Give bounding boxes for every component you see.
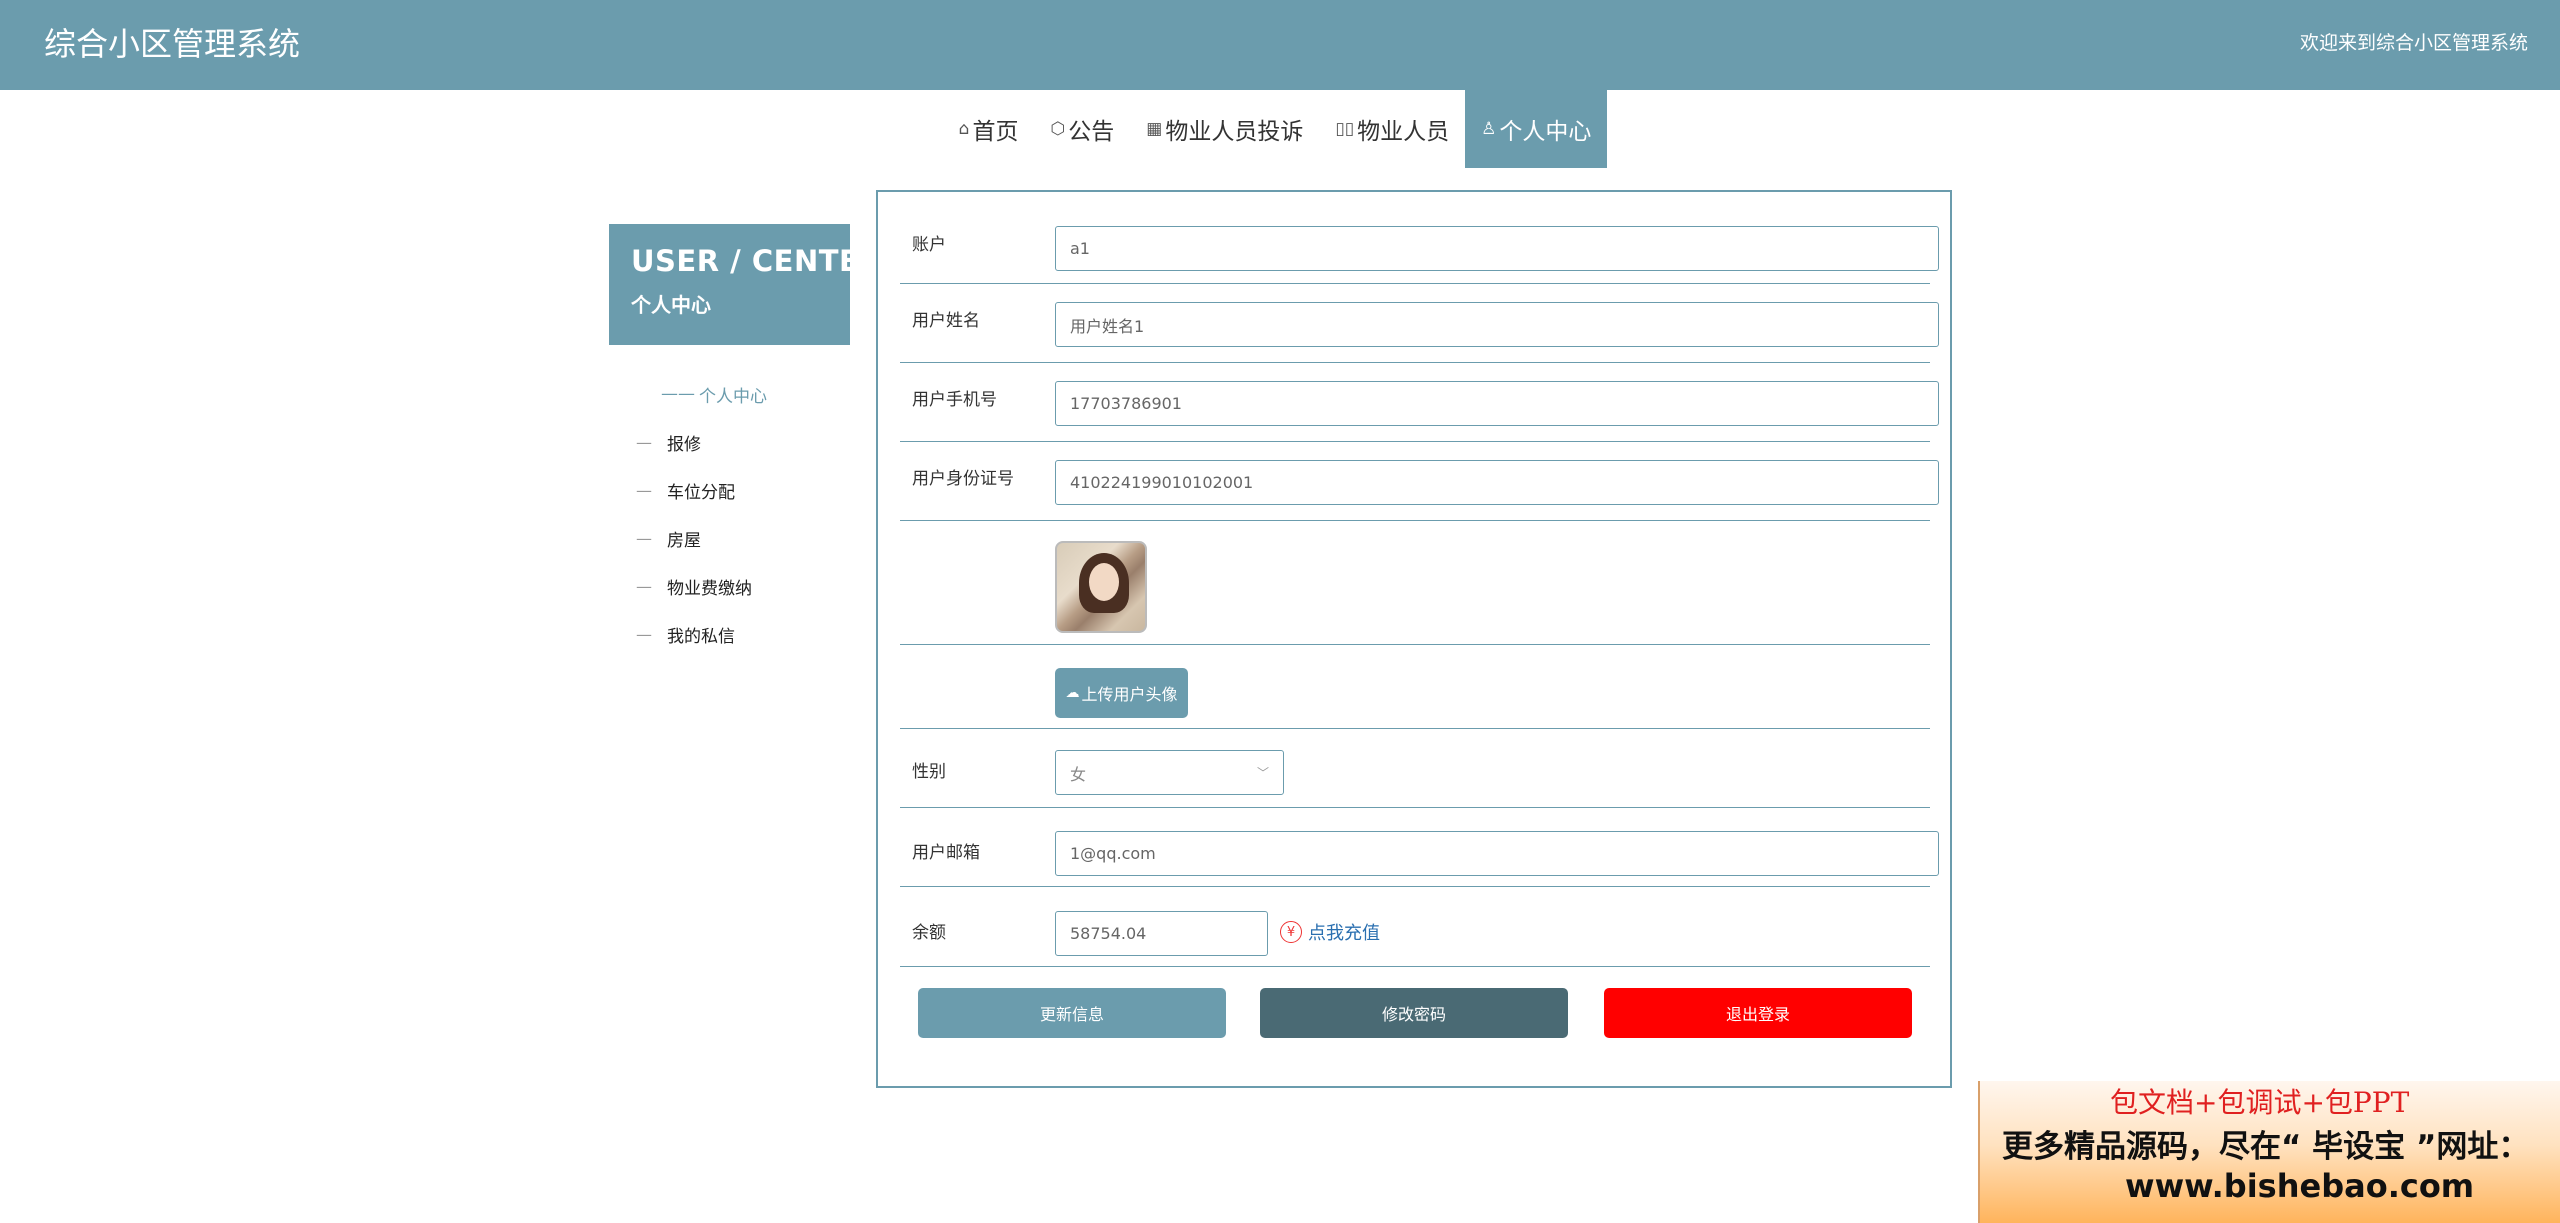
dash-icon: — [636,624,652,644]
sidebar-item-label: 物业费缴纳 [667,578,752,599]
balance-label: 余额 [912,923,946,943]
sidebar-item-house[interactable]: — 房屋 [609,514,850,562]
sidebar-item-user-center[interactable]: —— 个人中心 [609,370,850,418]
recharge-label: 点我充值 [1308,923,1380,944]
account-label: 账户 [912,235,946,255]
sidebar-item-label: 房屋 [667,530,701,551]
sidebar-item-label: 个人中心 [699,386,767,407]
nav-item-label: 物业人员投诉 [1165,119,1304,145]
dash-icon: — [636,528,652,548]
idcard-input[interactable]: 410224199010102001 [1055,460,1939,505]
sidebar-item-label: 我的私信 [667,626,735,647]
yen-icon: ¥ [1280,921,1302,943]
nav-item-user-center[interactable]: ♙ 个人中心 [1465,90,1608,168]
app-title: 综合小区管理系统 [44,25,301,63]
user-form-panel: 账户 a1 用户姓名 用户姓名1 用户手机号 17703786901 用户身份证… [876,190,1952,1088]
form-row-idcard: 用户身份证号 410224199010102001 [900,442,1939,521]
sidebar-banner: USER / CENTER 个人中心 [609,224,882,345]
email-input[interactable]: 1@qq.com [1055,831,1939,876]
nav-item-staff[interactable]: ▯▯ 物业人员 [1319,90,1465,168]
ad-banner: 包文档+包调试+包PPT 更多精品源码，尽在“ 毕设宝 ”网址： www.bis… [1978,1081,2560,1223]
nav-item-label: 个人中心 [1499,119,1592,145]
form-row-email: 用户邮箱 1@qq.com [900,808,1939,887]
name-input[interactable]: 用户姓名1 [1055,302,1939,347]
home-icon: ⌂ [958,119,970,139]
ad-line-2: 更多精品源码，尽在“ 毕设宝 ”网址： [2002,1129,2530,1165]
form-row-gender: 性别 女 ﹀ [900,729,1930,808]
chevron-down-icon: ﹀ [1256,766,1269,780]
dash-icon: —— [661,384,695,404]
update-info-button[interactable]: 更新信息 [918,988,1226,1038]
ad-line-1: 包文档+包调试+包PPT [2110,1086,2410,1119]
cloud-upload-icon: ☁ [1065,685,1080,701]
sidebar-item-property-fee[interactable]: — 物业费缴纳 [609,562,850,610]
form-row-phone: 用户手机号 17703786901 [900,363,1939,442]
change-password-button[interactable]: 修改密码 [1260,988,1568,1038]
nav-item-label: 首页 [972,119,1019,145]
top-header: 综合小区管理系统 欢迎来到综合小区管理系统 [0,0,2560,90]
dash-icon: — [636,432,652,452]
email-label: 用户邮箱 [912,843,980,863]
columns-icon: ▯▯ [1335,119,1355,139]
form-row-upload: ☁ 上传用户头像 [900,645,1930,729]
sidebar-menu: —— 个人中心 — 报修 — 车位分配 — 房屋 — 物业费缴纳 — 我的私信 [609,370,850,658]
nav-item-home[interactable]: ⌂ 首页 [943,90,1035,168]
sidebar-banner-english: USER / CENTER [631,244,883,278]
form-row-balance: 余额 58754.04 ¥ 点我充值 [900,887,1930,967]
avatar [1055,541,1147,633]
logout-button[interactable]: 退出登录 [1604,988,1912,1038]
name-label: 用户姓名 [912,311,980,331]
nav-item-label: 公告 [1068,119,1115,145]
sidebar-item-messages[interactable]: — 我的私信 [609,610,850,658]
cube-icon: ⬡ [1050,119,1066,139]
dash-icon: — [636,576,652,596]
dash-icon: — [636,480,652,500]
form-row-account: 账户 a1 [900,192,1939,284]
ad-line-3: www.bishebao.com [2125,1167,2475,1205]
nav-item-complaint[interactable]: ▦ 物业人员投诉 [1130,90,1319,168]
nav-item-label: 物业人员 [1357,119,1450,145]
nav-item-notice[interactable]: ⬡ 公告 [1034,90,1130,168]
grid-icon: ▦ [1146,119,1163,139]
idcard-label: 用户身份证号 [912,469,1014,489]
phone-input[interactable]: 17703786901 [1055,381,1939,426]
gender-select[interactable]: 女 ﹀ [1055,750,1284,795]
form-row-name: 用户姓名 用户姓名1 [900,284,1939,363]
upload-avatar-button[interactable]: ☁ 上传用户头像 [1055,668,1188,718]
phone-label: 用户手机号 [912,390,997,410]
sidebar-banner-chinese: 个人中心 [631,293,711,317]
sidebar-item-label: 报修 [667,434,701,455]
form-row-avatar [900,521,1930,645]
gender-label: 性别 [912,762,946,782]
upload-avatar-label: 上传用户头像 [1081,685,1178,704]
main-nav: ⌂ 首页 ⬡ 公告 ▦ 物业人员投诉 ▯▯ 物业人员 ♙ 个人中心 [0,90,2560,168]
sidebar-item-label: 车位分配 [667,482,735,503]
account-input[interactable]: a1 [1055,226,1939,271]
recharge-link[interactable]: ¥ 点我充值 [1280,919,1380,945]
user-icon: ♙ [1481,119,1497,139]
balance-input[interactable]: 58754.04 [1055,911,1268,956]
avatar-face [1089,563,1119,601]
gender-value: 女 [1070,764,1087,784]
sidebar-item-repair[interactable]: — 报修 [609,418,850,466]
welcome-text: 欢迎来到综合小区管理系统 [2299,32,2528,54]
sidebar-item-parking[interactable]: — 车位分配 [609,466,850,514]
